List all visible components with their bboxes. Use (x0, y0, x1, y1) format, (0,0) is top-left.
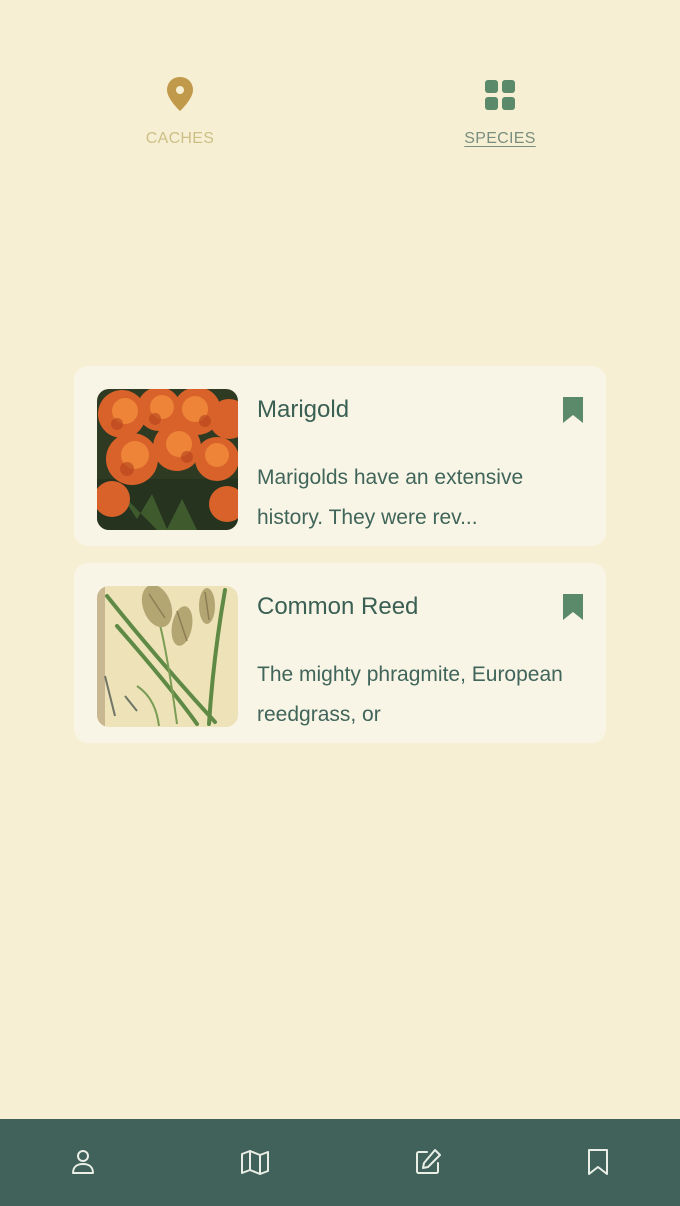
species-description: Marigolds have an extensive history. The… (257, 466, 524, 529)
species-card-common-reed[interactable]: Common Reed The mighty phragmite, Europe… (74, 563, 606, 743)
nav-profile-button[interactable] (68, 1147, 98, 1177)
bookmark-icon[interactable] (562, 593, 584, 621)
bottom-nav (0, 1119, 680, 1206)
grid-icon (485, 80, 515, 110)
top-tabs: CACHES SPECIES (0, 74, 680, 164)
tab-species-label: SPECIES (464, 130, 536, 147)
nav-bookmarks-button[interactable] (583, 1147, 613, 1177)
tab-caches[interactable]: CACHES (90, 74, 270, 148)
bookmark-icon (588, 1149, 608, 1175)
species-name: Marigold (257, 396, 350, 423)
marigold-photo (97, 389, 238, 530)
map-pin-icon (167, 77, 193, 111)
nav-map-button[interactable] (240, 1147, 270, 1177)
species-description: The mighty phragmite, European reedgrass… (257, 663, 563, 726)
common-reed-illustration (97, 586, 238, 727)
tab-caches-label: CACHES (145, 130, 215, 147)
bookmark-icon[interactable] (562, 396, 584, 424)
species-name: Common Reed (257, 593, 419, 620)
species-list: Marigold Marigolds have an extensive his… (74, 366, 606, 760)
user-icon (72, 1150, 94, 1174)
species-card-marigold[interactable]: Marigold Marigolds have an extensive his… (74, 366, 606, 546)
edit-icon (416, 1149, 441, 1174)
nav-edit-button[interactable] (413, 1147, 443, 1177)
tab-species[interactable]: SPECIES (410, 74, 590, 148)
map-icon (241, 1150, 269, 1175)
